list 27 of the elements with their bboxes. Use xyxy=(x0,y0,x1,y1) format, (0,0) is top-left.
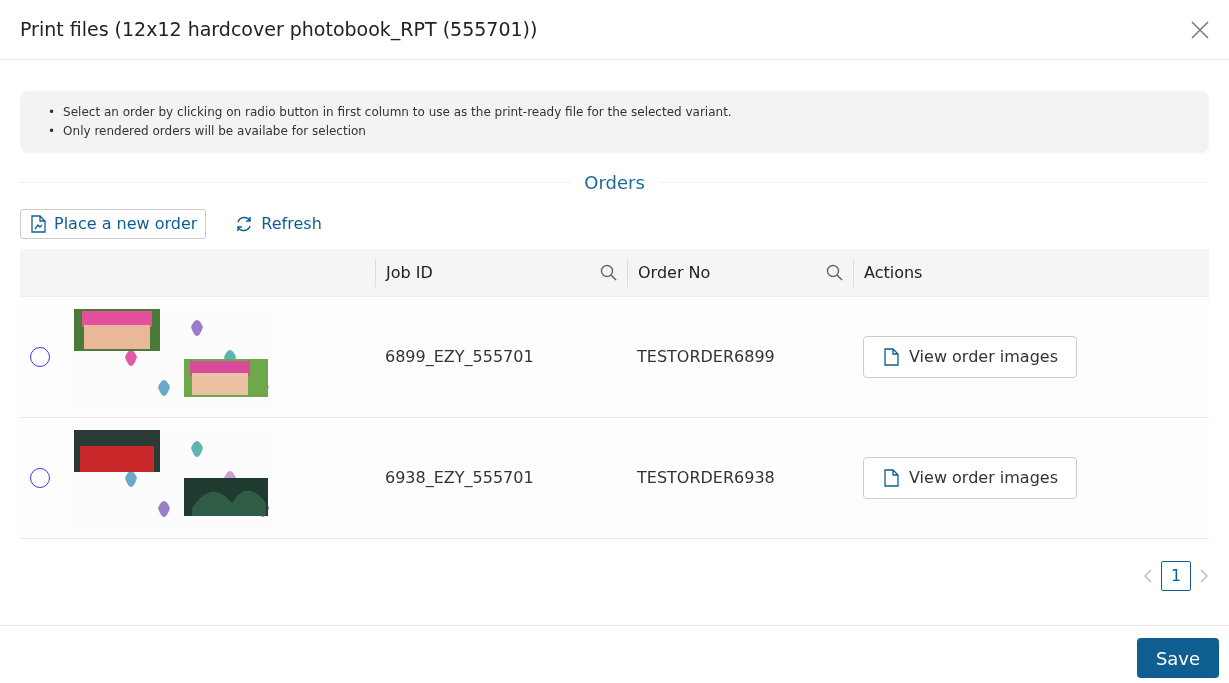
column-header: Job ID xyxy=(386,261,433,284)
section-title: Orders xyxy=(583,170,646,195)
table-cell-text: TESTORDER6899 xyxy=(636,347,775,366)
refresh-icon xyxy=(235,215,254,233)
bullet: • xyxy=(48,123,56,140)
search-icon[interactable] xyxy=(826,264,843,281)
table-cell-text: 6899_EZY_555701 xyxy=(384,347,534,366)
new-order-button[interactable]: Place a new order xyxy=(20,209,207,239)
note-text: Only rendered orders will be availabe for selection xyxy=(63,123,366,140)
close-icon[interactable] xyxy=(1191,20,1209,39)
view-images-button[interactable]: View order images xyxy=(863,336,1077,378)
table-cell-text: TESTORDER6938 xyxy=(636,468,775,487)
page-button[interactable]: 1 xyxy=(1161,561,1191,591)
document-icon xyxy=(884,348,899,366)
table-cell-text: 6938_EZY_555701 xyxy=(384,468,534,487)
dialog-title: Print files (12x12 hardcover photobook_RPT (555701)) xyxy=(20,17,538,43)
radio-button[interactable] xyxy=(30,347,50,367)
view-images-button[interactable]: View order images xyxy=(863,457,1077,499)
note-text: Select an order by clicking on radio button in first column to use as the print-ready file for the selected variant. xyxy=(63,104,732,121)
radio-button[interactable] xyxy=(30,468,50,488)
column-header: Actions xyxy=(864,261,923,284)
document-icon xyxy=(884,469,899,487)
image-document-icon xyxy=(31,215,46,233)
save-button[interactable]: Save xyxy=(1137,638,1219,678)
column-header: Order No xyxy=(638,261,711,284)
search-icon[interactable] xyxy=(600,264,617,281)
bullet: • xyxy=(48,104,56,121)
